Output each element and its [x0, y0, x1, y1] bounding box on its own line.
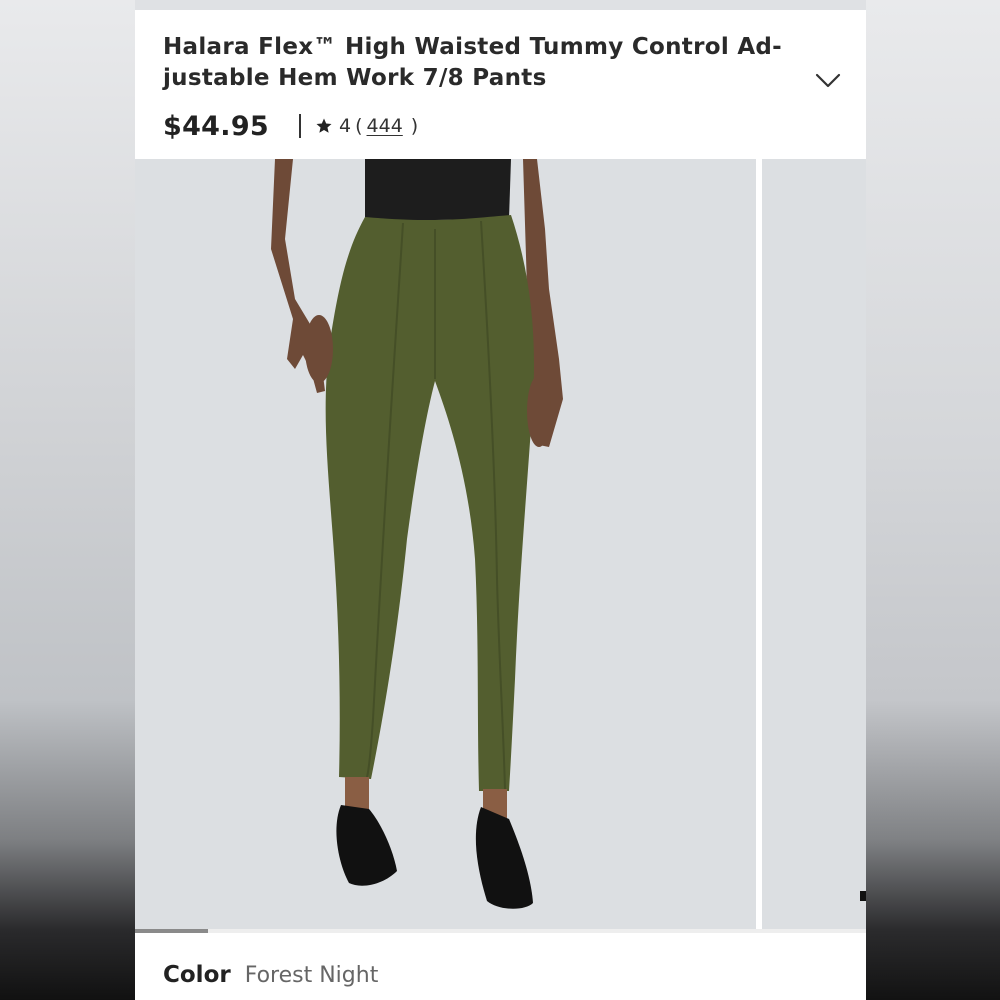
- model-wearing-pants-image: [135, 159, 756, 929]
- product-photo-next[interactable]: [762, 159, 866, 929]
- next-image-preview: [762, 159, 866, 929]
- review-count-link[interactable]: 444: [367, 115, 403, 137]
- color-selector: Color Forest Night: [163, 962, 378, 988]
- product-price: $44.95: [163, 110, 269, 142]
- paren-open: (: [355, 115, 363, 137]
- star-icon: [316, 118, 332, 133]
- color-value: Forest Night: [244, 963, 379, 988]
- product-photo[interactable]: [135, 159, 756, 929]
- paren-close: ): [410, 115, 419, 137]
- blurred-background-left: [0, 0, 135, 1000]
- product-title: Halara Flex™ High Waisted Tummy Control …: [163, 34, 783, 91]
- product-header: Halara Flex™ High Waisted Tummy Control …: [135, 10, 866, 158]
- rating-value: 4: [339, 115, 352, 137]
- price-row: $44.95 4 ( 444 ): [163, 108, 418, 144]
- product-screen: Halara Flex™ High Waisted Tummy Control …: [135, 10, 866, 1000]
- image-gallery[interactable]: [135, 159, 866, 929]
- gallery-progress-bar: [135, 929, 866, 933]
- chevron-down-icon[interactable]: [813, 68, 843, 92]
- price-divider: [299, 114, 301, 138]
- color-label: Color: [163, 962, 231, 988]
- gallery-progress-fill: [135, 929, 209, 933]
- blurred-background-right: [866, 0, 1000, 1000]
